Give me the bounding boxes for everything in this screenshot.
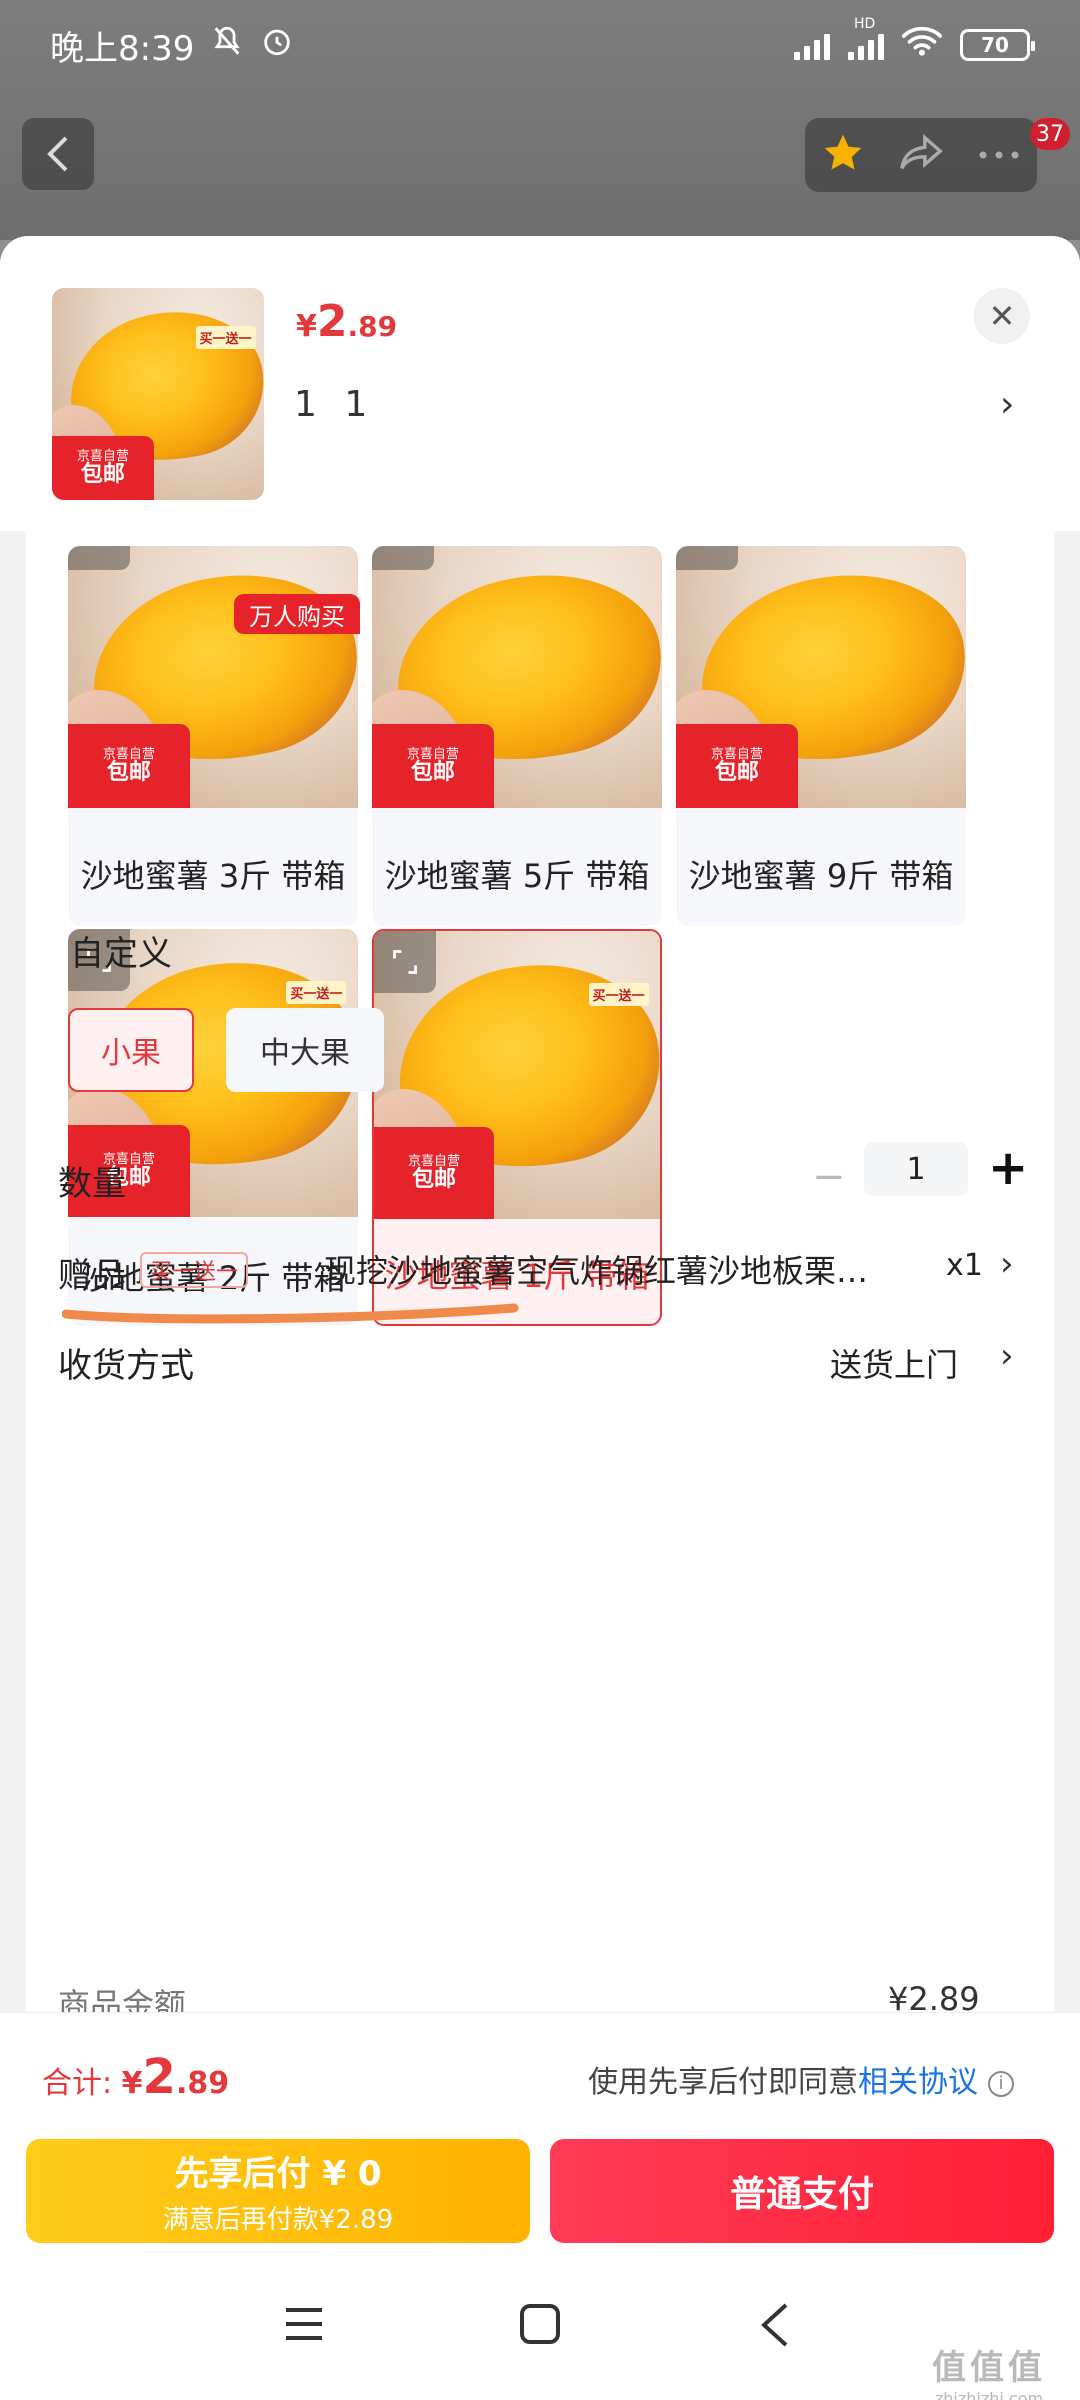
- custom-option-large[interactable]: 中大果: [226, 1008, 384, 1092]
- gift-count: x1: [946, 1248, 983, 1283]
- status-right: HD 70: [794, 16, 1035, 66]
- status-left: 晚上8:39: [50, 21, 294, 70]
- status-time: 晚上8:39: [50, 28, 195, 69]
- sku-image: 京喜自营 包邮: [68, 546, 358, 808]
- sku-image: 京喜自营 包邮: [372, 546, 662, 808]
- total-currency: ¥: [121, 2066, 143, 2101]
- total-integer: 2: [142, 2049, 176, 2105]
- info-icon[interactable]: i: [988, 2070, 1014, 2097]
- close-button[interactable]: ✕: [974, 288, 1030, 344]
- price: ¥2.89: [296, 296, 397, 347]
- shipping-label: 收货方式: [58, 1346, 194, 1386]
- battery-level: 70: [981, 33, 1009, 57]
- gift-label: 赠品: [58, 1256, 126, 1296]
- price-decimal: .89: [347, 310, 398, 343]
- signal-icon: [794, 30, 830, 60]
- sku-option[interactable]: 京喜自营 包邮 沙地蜜薯 9斤 带箱: [676, 546, 966, 926]
- sku-image: 买一送一 京喜自营 包邮: [374, 931, 660, 1219]
- gift-text[interactable]: 现挖沙地蜜薯空气炸锅红薯沙地板栗…: [324, 1246, 944, 1292]
- sheet-body: 京喜自营 包邮 沙地蜜薯 3斤 带箱 京喜自营 包邮 沙地蜜薯 5斤 带箱 京喜自营…: [26, 531, 1054, 2139]
- favorite-star-icon[interactable]: [821, 131, 865, 179]
- normal-pay-button[interactable]: 普通支付: [550, 2139, 1054, 2243]
- header-actions: [805, 118, 1037, 192]
- gift-tag: 买一送一: [140, 1252, 249, 1288]
- jx-tag-line2: 包邮: [410, 760, 455, 786]
- system-nav-bar: [0, 2262, 1080, 2400]
- agreement-link[interactable]: 相关协议: [858, 2065, 978, 2100]
- total-price: 合计: ¥2.89: [42, 2049, 229, 2105]
- expand-icon[interactable]: [68, 546, 130, 570]
- custom-title: 自定义: [70, 934, 172, 974]
- jx-tag-line2: 包邮: [412, 1167, 457, 1193]
- hd-signal-icon: HD: [848, 16, 884, 60]
- status-bar: 晚上8:39 HD 70: [0, 0, 1080, 90]
- jx-tag: 京喜自营 包邮: [52, 436, 154, 500]
- pay-later-button[interactable]: 先享后付 ¥ 0 满意后再付款¥2.89: [26, 2139, 530, 2243]
- gift-chevron-icon[interactable]: ›: [1000, 1244, 1014, 1284]
- expand-icon[interactable]: [374, 931, 436, 993]
- watermark-text: 值值值: [932, 2348, 1046, 2388]
- total-decimal: .89: [175, 2066, 230, 2101]
- home-icon[interactable]: [520, 2304, 560, 2344]
- share-icon[interactable]: [898, 133, 944, 177]
- battery-icon: 70: [960, 29, 1035, 61]
- custom-option-small[interactable]: 小果: [68, 1008, 194, 1092]
- mute-icon: [210, 24, 244, 67]
- quantity-minus-button[interactable]: −: [812, 1154, 846, 1200]
- back-icon[interactable]: [760, 2302, 790, 2352]
- price-currency: ¥: [296, 309, 317, 344]
- promo-label: 买一送一: [286, 980, 347, 1004]
- close-icon: ✕: [988, 297, 1016, 335]
- product-thumbnail[interactable]: 买一送一 京喜自营 包邮: [52, 288, 264, 500]
- menu-icon[interactable]: [284, 2306, 324, 2346]
- quantity-plus-button[interactable]: +: [988, 1140, 1028, 1196]
- selected-spec[interactable]: 1 1: [294, 384, 375, 425]
- quantity-input[interactable]: 1: [864, 1142, 968, 1196]
- watermark-url: zhizhizhi.com: [934, 2389, 1044, 2400]
- sku-option[interactable]: 京喜自营 包邮 沙地蜜薯 5斤 带箱: [372, 546, 662, 926]
- watermark: 值值值 zhizhizhi.com: [932, 2340, 1046, 2400]
- price-integer: 2: [316, 296, 348, 347]
- chevron-right-icon[interactable]: ›: [1000, 384, 1014, 425]
- sku-image: 京喜自营 包邮: [676, 546, 966, 808]
- shipping-chevron-icon[interactable]: ›: [1000, 1336, 1014, 1376]
- hot-sale-badge: 万人购买: [234, 594, 360, 634]
- total-label: 合计:: [42, 2066, 122, 2101]
- sku-label: 沙地蜜薯 3斤 带箱: [80, 857, 346, 895]
- agreement-text: 使用先享后付即同意相关协议 i: [588, 2057, 1014, 2101]
- shipping-value[interactable]: 送货上门: [830, 1340, 958, 1386]
- expand-icon[interactable]: [372, 546, 434, 570]
- more-icon[interactable]: [977, 146, 1021, 165]
- jx-tag-line2: 包邮: [80, 462, 125, 488]
- wifi-icon: [901, 25, 943, 66]
- handdrawn-underline: [62, 1303, 519, 1324]
- expand-icon[interactable]: [676, 546, 738, 570]
- pay-later-title: 先享后付 ¥ 0: [174, 2154, 382, 2194]
- sku-label: 沙地蜜薯 9斤 带箱: [688, 857, 954, 895]
- quantity-label: 数量: [58, 1164, 126, 1204]
- sku-label: 沙地蜜薯 5斤 带箱: [384, 857, 650, 895]
- jx-tag-line2: 包邮: [714, 760, 759, 786]
- promo-label: 买一送一: [195, 326, 256, 350]
- chevron-left-icon: [47, 136, 68, 172]
- message-badge: 37: [1030, 118, 1070, 150]
- back-button[interactable]: [22, 118, 94, 190]
- checkout-bar: 合计: ¥2.89 使用先享后付即同意相关协议 i 先享后付 ¥ 0 满意后再付款…: [0, 2012, 1080, 2262]
- alarm-icon: [260, 24, 294, 67]
- sheet-header: 买一送一 京喜自营 包邮 ¥2.89 1 1 › ✕: [0, 236, 1080, 531]
- promo-label: 买一送一: [588, 982, 649, 1006]
- jx-tag-line2: 包邮: [106, 760, 151, 786]
- agreement-prefix: 使用先享后付即同意: [588, 2065, 858, 2100]
- network-type: HD: [854, 16, 876, 32]
- pay-later-subtitle: 满意后再付款¥2.89: [162, 2205, 394, 2235]
